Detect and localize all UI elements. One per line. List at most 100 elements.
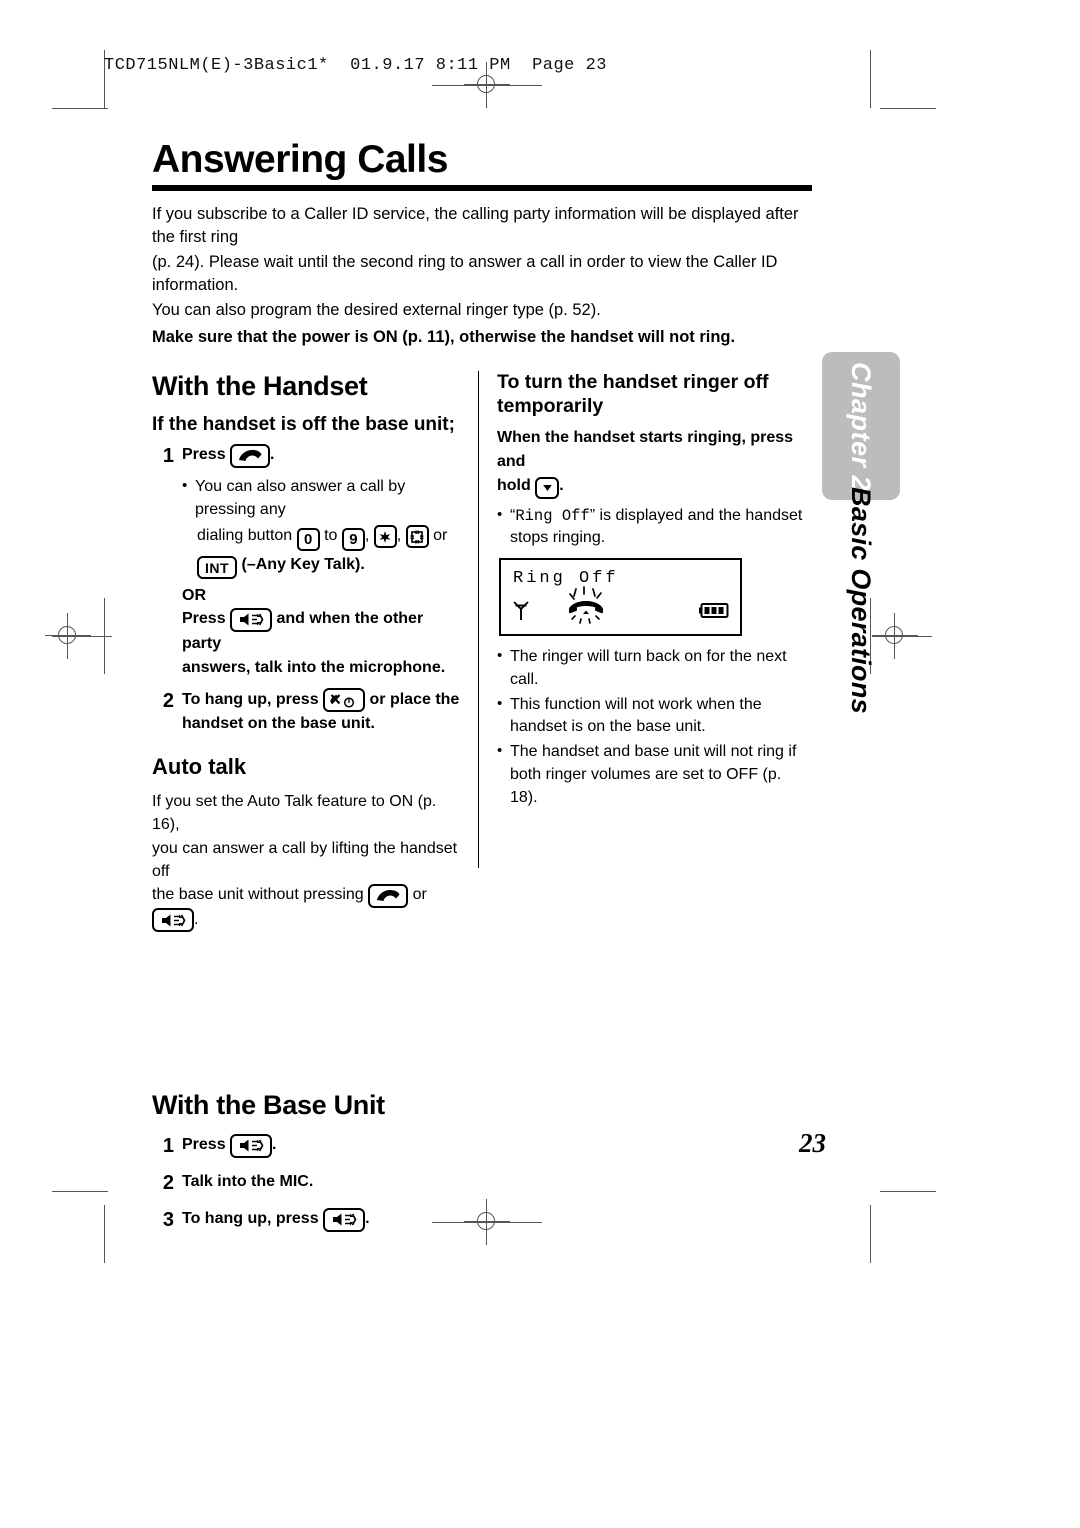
base-step-2: 2 Talk into the MIC. xyxy=(152,1170,812,1197)
crop-mark-bottom-right-vertical xyxy=(870,1205,871,1263)
dialing-button-label: dialing button xyxy=(197,526,293,544)
to-label: to xyxy=(324,526,338,544)
bullet-any-key-talk-block: You can also answer a call by pressing a… xyxy=(182,475,463,580)
or-press-label: Press xyxy=(182,610,226,628)
bullet-list-ring-off: “Ring Off” is displayed and the handset … xyxy=(497,504,812,550)
hold-label: hold xyxy=(497,477,531,495)
ring-off-post-text: ” is displayed and the handset xyxy=(589,506,803,524)
pound-key-icon[interactable] xyxy=(405,525,429,549)
battery-full-icon xyxy=(699,603,729,623)
column-divider xyxy=(478,371,479,869)
note-item: The handset and base unit will not ring … xyxy=(497,740,812,809)
section-title-with-base-unit: With the Base Unit xyxy=(152,1090,385,1121)
or-label-dialing: or xyxy=(433,526,448,544)
auto-talk-line-2: you can answer a call by lifting the han… xyxy=(152,839,458,880)
int-key-line: INT (–Any Key Talk). xyxy=(197,553,463,580)
auto-talk-end-period: . xyxy=(194,910,199,928)
crop-mark-bottom-left-vertical xyxy=(104,1205,105,1263)
printer-slug-line: TCD715NLM(E)-3Basic1* 01.9.17 8:11 PM Pa… xyxy=(104,56,607,75)
base-step-3-period: . xyxy=(365,1210,370,1228)
intro-paragraph: If you subscribe to a Caller ID service,… xyxy=(152,203,812,350)
step-number: 1 xyxy=(162,445,174,468)
ringer-off-instruction: When the handset starts ringing, press a… xyxy=(497,426,812,499)
base-unit-section: With the Base Unit 1 Press . 2 Talk into… xyxy=(152,1090,812,1234)
chapter-text: Chapter 2 xyxy=(846,361,877,491)
page-title: Answering Calls xyxy=(152,138,448,181)
base-step-1-number: 1 xyxy=(162,1135,174,1158)
hang-up-line-2: handset on the base unit. xyxy=(182,715,375,733)
bullet-any-key-line-1: You can also answer a call by pressing a… xyxy=(182,475,463,521)
base-step-1-period: . xyxy=(272,1136,277,1154)
talk-handset-key-icon-2[interactable] xyxy=(368,883,409,908)
base-step-3: 3 To hang up, press . xyxy=(152,1207,812,1234)
antenna-icon xyxy=(512,600,530,627)
crop-mark-bottom-right-horizontal xyxy=(880,1191,936,1192)
hang-up-pre-label: To hang up, press xyxy=(182,690,319,708)
base-step-3-number: 3 xyxy=(162,1209,174,1232)
intro-line-3: You can also program the desired externa… xyxy=(152,300,601,319)
lcd-display-illustration: Ring Off xyxy=(499,558,742,637)
heading-line-1: To turn the handset ringer off xyxy=(497,371,769,394)
crop-mark-top-right-horizontal xyxy=(880,108,936,109)
ring-off-line-2: stops ringing. xyxy=(510,529,606,547)
int-key-icon[interactable]: INT xyxy=(197,556,238,580)
speakerphone-key-icon-4[interactable] xyxy=(323,1207,366,1232)
base-step-3-label: To hang up, press xyxy=(182,1210,319,1228)
press-label: Press xyxy=(182,446,226,464)
step-text: Press . xyxy=(182,443,463,469)
base-step-3-text: To hang up, press . xyxy=(182,1207,812,1232)
chapter-tab-label: Chapter 2 xyxy=(822,352,900,500)
base-step-2-number: 2 xyxy=(162,1172,174,1195)
speakerphone-key-icon-2[interactable] xyxy=(152,908,194,933)
note-item: The ringer will turn back on for the nex… xyxy=(497,645,812,691)
digit-9-key-icon[interactable]: 9 xyxy=(341,527,365,551)
instruction-line-2: hold . xyxy=(497,474,812,499)
crop-mark-top-right-vertical xyxy=(870,50,871,108)
two-column-area: With the Handset If the handset is off t… xyxy=(152,371,812,933)
intro-line-2: (p. 24). Please wait until the second ri… xyxy=(152,252,778,295)
speakerphone-key-icon-1[interactable] xyxy=(230,607,273,632)
digit-0-key-icon[interactable]: 0 xyxy=(296,527,320,551)
comma-1: , xyxy=(364,526,370,544)
page-number: 23 xyxy=(799,1128,826,1158)
registration-line-left-center xyxy=(52,636,112,637)
ringing-handset-icon xyxy=(563,586,615,631)
crop-mark-bottom-left-horizontal xyxy=(52,1191,108,1192)
auto-talk-pre-label: the base unit without pressing xyxy=(152,885,364,903)
bullet-ring-off-displayed: “Ring Off” is displayed and the handset … xyxy=(497,504,812,550)
heading-line-2: temporarily xyxy=(497,394,604,417)
heading-ringer-off-temporarily: To turn the handset ringer off temporari… xyxy=(497,371,812,418)
off-key-icon[interactable] xyxy=(323,688,366,713)
auto-talk-line-3: the base unit without pressing or . xyxy=(152,883,463,933)
right-column: To turn the handset ringer off temporari… xyxy=(477,371,812,932)
chapter-section-label: Basic Operations xyxy=(800,487,920,714)
hang-up-post-label: or place the xyxy=(369,690,460,708)
left-column: With the Handset If the handset is off t… xyxy=(152,371,477,933)
or-alternative-block: OR Press and when the other party answer… xyxy=(182,587,463,680)
auto-talk-or-label: or xyxy=(412,885,427,903)
bullet-list-any-key: You can also answer a call by pressing a… xyxy=(182,475,463,521)
bullet-text-part1: You can also answer a call by pressing a… xyxy=(195,478,406,518)
subheading-handset-off-base: If the handset is off the base unit; xyxy=(152,414,455,436)
dialing-button-line: dialing button 0 to 9, , or xyxy=(197,524,463,551)
instruction-line-1: When the handset starts ringing, press a… xyxy=(497,429,794,471)
base-step-1: 1 Press . xyxy=(152,1133,812,1160)
talk-handset-key-icon[interactable] xyxy=(230,444,271,469)
or-label: OR xyxy=(182,587,206,605)
star-key-icon[interactable] xyxy=(373,525,397,549)
speakerphone-key-icon-3[interactable] xyxy=(230,1133,273,1158)
base-step-1-text: Press . xyxy=(182,1133,812,1158)
or-press-speakerphone-line: Press and when the other party xyxy=(182,607,463,656)
base-step-2-text: Talk into the MIC. xyxy=(182,1173,314,1191)
comma-2: , xyxy=(396,526,402,544)
page-content: Answering Calls If you subscribe to a Ca… xyxy=(152,138,812,1238)
title-underline-rule xyxy=(152,184,812,191)
note-item: This function will not work when the han… xyxy=(497,693,812,739)
trim-line-left xyxy=(104,598,105,674)
down-arrow-key-icon[interactable] xyxy=(535,476,560,499)
section-title-with-handset: With the Handset xyxy=(152,371,368,402)
intro-bold-note: Make sure that the power is ON (p. 11), … xyxy=(152,328,736,347)
auto-talk-line-1: If you set the Auto Talk feature to ON (… xyxy=(152,793,437,834)
crop-mark-top-left-horizontal xyxy=(52,108,108,109)
step-2-hang-up: 2 To hang up, press or place the handset… xyxy=(152,688,463,737)
